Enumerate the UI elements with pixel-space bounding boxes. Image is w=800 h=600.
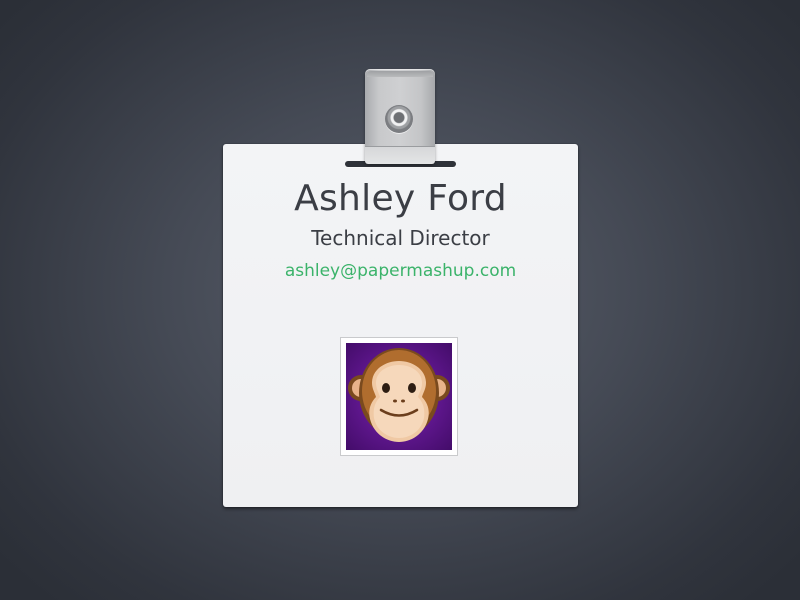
badge-job-title: Technical Director <box>311 226 490 250</box>
badge-clip-top <box>367 71 433 77</box>
monkey-face-icon <box>348 348 450 442</box>
avatar <box>340 337 458 456</box>
badge-email-link[interactable]: ashley@papermashup.com <box>223 261 578 281</box>
badge-name: Ashley Ford <box>294 178 507 219</box>
badge-clip-bottom <box>365 146 435 164</box>
avatar-background <box>346 343 452 450</box>
rivet-icon <box>385 105 413 133</box>
